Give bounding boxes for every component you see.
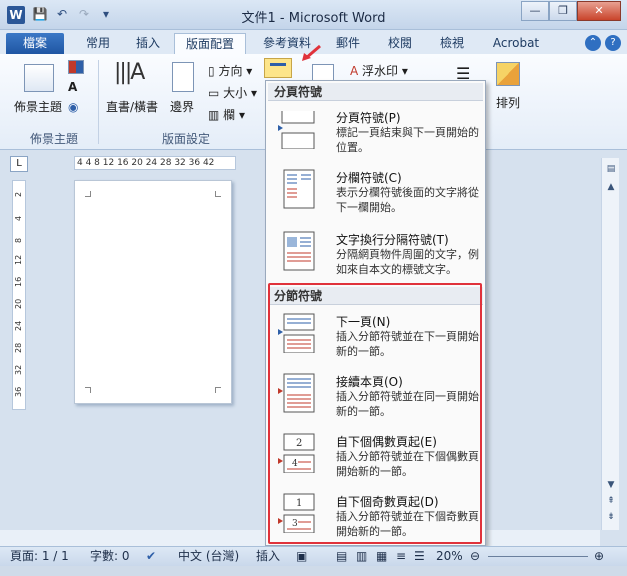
document-page[interactable] <box>74 180 232 404</box>
text-wrapping-break-icon <box>283 231 315 271</box>
language-indicator[interactable]: 中文 (台灣) <box>178 547 239 566</box>
themes-icon[interactable] <box>24 64 54 92</box>
menu-item-desc: 分隔網頁物件周圍的文字，例如來自本文的標號文字。 <box>336 248 479 276</box>
theme-fonts-icon[interactable]: A <box>68 80 77 94</box>
close-button[interactable]: ✕ <box>577 1 621 21</box>
vruler-tick: 4 <box>14 215 23 221</box>
page-breaks-header: 分頁符號 <box>268 83 483 101</box>
columns-icon: ▥ <box>208 108 220 122</box>
menu-item-desc: 表示分欄符號後面的文字將從下一欄開始。 <box>336 186 479 214</box>
macro-record-icon[interactable]: ▣ <box>296 547 307 566</box>
full-screen-reading-icon[interactable]: ▥ <box>356 547 367 566</box>
vruler-tick: 28 <box>14 342 23 353</box>
vruler-tick: 32 <box>14 364 23 375</box>
vruler-tick: 8 <box>14 237 23 243</box>
zoom-level[interactable]: 20% <box>436 547 463 566</box>
tab-insert[interactable]: 插入 <box>124 33 172 54</box>
size-label: 大小 <box>223 86 248 100</box>
themes-group-label: 佈景主題 <box>30 132 79 146</box>
margins-icon[interactable] <box>172 62 194 92</box>
vruler-tick: 36 <box>14 386 23 397</box>
outline-view-icon[interactable]: ≡ <box>396 547 406 566</box>
print-layout-icon[interactable]: ▤ <box>336 547 347 566</box>
menu-item-text-wrapping-break[interactable]: 文字換行分隔符號(T) 分隔網頁物件周圍的文字，例如來自本文的標號文字。 <box>268 227 483 287</box>
themes-button[interactable]: 佈景主題 <box>14 98 62 115</box>
maximize-button[interactable]: ❐ <box>549 1 577 21</box>
zoom-out-icon[interactable]: ⊖ <box>470 547 480 566</box>
columns-label: 欄 <box>223 108 236 122</box>
previous-page-icon[interactable]: ⇞ <box>604 494 618 508</box>
page-break-icon <box>278 111 315 149</box>
margins-button[interactable]: 邊界 <box>170 98 194 115</box>
menu-item-title: 文字換行分隔符號(T) <box>336 233 449 247</box>
tab-view[interactable]: 檢視 <box>430 33 474 54</box>
page-count[interactable]: 頁面: 1 / 1 <box>10 547 69 566</box>
tab-selector-icon[interactable]: L <box>10 156 28 172</box>
arrange-icon[interactable] <box>496 62 520 86</box>
watermark-button[interactable]: A 浮水印 ▾ <box>350 62 408 79</box>
orientation-label: 方向 <box>218 64 243 78</box>
vruler-tick: 16 <box>14 276 23 287</box>
tab-page-layout[interactable]: 版面配置 <box>174 33 246 54</box>
tab-review[interactable]: 校閱 <box>378 33 422 54</box>
collapse-ribbon-icon[interactable]: ⌃ <box>585 35 601 51</box>
minimize-button[interactable]: — <box>521 1 549 21</box>
menu-item-desc: 標記一頁結束與下一頁開始的位置。 <box>336 126 479 154</box>
crop-mark <box>215 387 221 393</box>
tab-file[interactable]: 檔案 <box>6 33 64 54</box>
scroll-down-icon[interactable]: ▼ <box>604 478 618 492</box>
red-arrow-annotation <box>302 44 321 61</box>
crop-mark <box>215 191 221 197</box>
scroll-up-icon[interactable]: ▲ <box>604 180 618 194</box>
text-direction-icon[interactable]: |||A <box>114 60 145 85</box>
page-setup-group-label: 版面設定 <box>162 132 211 146</box>
breaks-button[interactable] <box>264 58 292 78</box>
title-bar: W 💾 ↶ ↷ ▾ 文件1 - Microsoft Word — ❐ ✕ <box>0 0 627 30</box>
help-icon[interactable]: ? <box>605 35 621 51</box>
menu-item-column-break[interactable]: 分欄符號(C) 表示分欄符號後面的文字將從下一欄開始。 <box>268 165 483 225</box>
crop-mark <box>85 191 91 197</box>
watermark-icon: A <box>350 64 359 78</box>
menu-item-title: 分頁符號(P) <box>336 111 401 125</box>
column-break-icon <box>283 169 315 209</box>
tab-home[interactable]: 常用 <box>74 33 122 54</box>
menu-item-page-break[interactable]: 分頁符號(P) 標記一頁結束與下一頁開始的位置。 <box>268 105 483 165</box>
menu-item-title: 分欄符號(C) <box>336 171 402 185</box>
window-controls: — ❐ ✕ <box>521 1 621 21</box>
ribbon-right-controls: ⌃ ? <box>585 35 621 51</box>
next-page-icon[interactable]: ⇟ <box>604 510 618 524</box>
tab-acrobat[interactable]: Acrobat <box>484 33 548 54</box>
vertical-scrollbar[interactable]: ▤ ▲ ▼ ⇞ ⇟ <box>601 158 619 530</box>
text-direction-button[interactable]: 直書/橫書 <box>106 98 158 115</box>
vruler-tick: 2 <box>14 191 23 197</box>
section-breaks-highlight <box>268 283 482 544</box>
draft-view-icon[interactable]: ☰ <box>414 547 425 566</box>
web-layout-icon[interactable]: ▦ <box>376 547 387 566</box>
tab-mailings[interactable]: 郵件 <box>326 33 370 54</box>
size-button[interactable]: ▭ 大小 ▾ <box>208 84 257 101</box>
proofing-icon[interactable]: ✔ <box>146 547 156 566</box>
zoom-in-icon[interactable]: ⊕ <box>594 547 604 566</box>
theme-effects-icon[interactable]: ◉ <box>68 100 78 114</box>
watermark-label: 浮水印 <box>362 64 399 78</box>
insert-mode-indicator[interactable]: 插入 <box>256 547 280 566</box>
horizontal-ruler[interactable]: 4 4 8 12 16 20 24 28 32 36 42 <box>74 156 236 170</box>
status-bar: 頁面: 1 / 1 字數: 0 ✔ 中文 (台灣) 插入 ▣ ▤ ▥ ▦ ≡ ☰… <box>0 546 627 566</box>
word-count[interactable]: 字數: 0 <box>90 547 130 566</box>
zoom-slider[interactable] <box>488 556 588 557</box>
vruler-tick: 24 <box>14 320 23 331</box>
size-icon: ▭ <box>208 86 220 100</box>
vertical-ruler[interactable]: 2 4 8 12 16 20 24 28 32 36 <box>12 180 26 410</box>
vruler-tick: 12 <box>14 254 23 265</box>
arrange-button[interactable]: 排列 <box>496 94 520 111</box>
vruler-tick: 20 <box>14 298 23 309</box>
ruler-toggle-icon[interactable]: ▤ <box>604 162 618 176</box>
orientation-icon: ▯ <box>208 64 215 78</box>
crop-mark <box>85 387 91 393</box>
group-divider <box>98 60 99 144</box>
breaks-icon <box>270 63 286 66</box>
theme-colors-icon[interactable] <box>68 60 84 74</box>
columns-button[interactable]: ▥ 欄 ▾ <box>208 106 245 123</box>
orientation-button[interactable]: ▯ 方向 ▾ <box>208 62 252 79</box>
